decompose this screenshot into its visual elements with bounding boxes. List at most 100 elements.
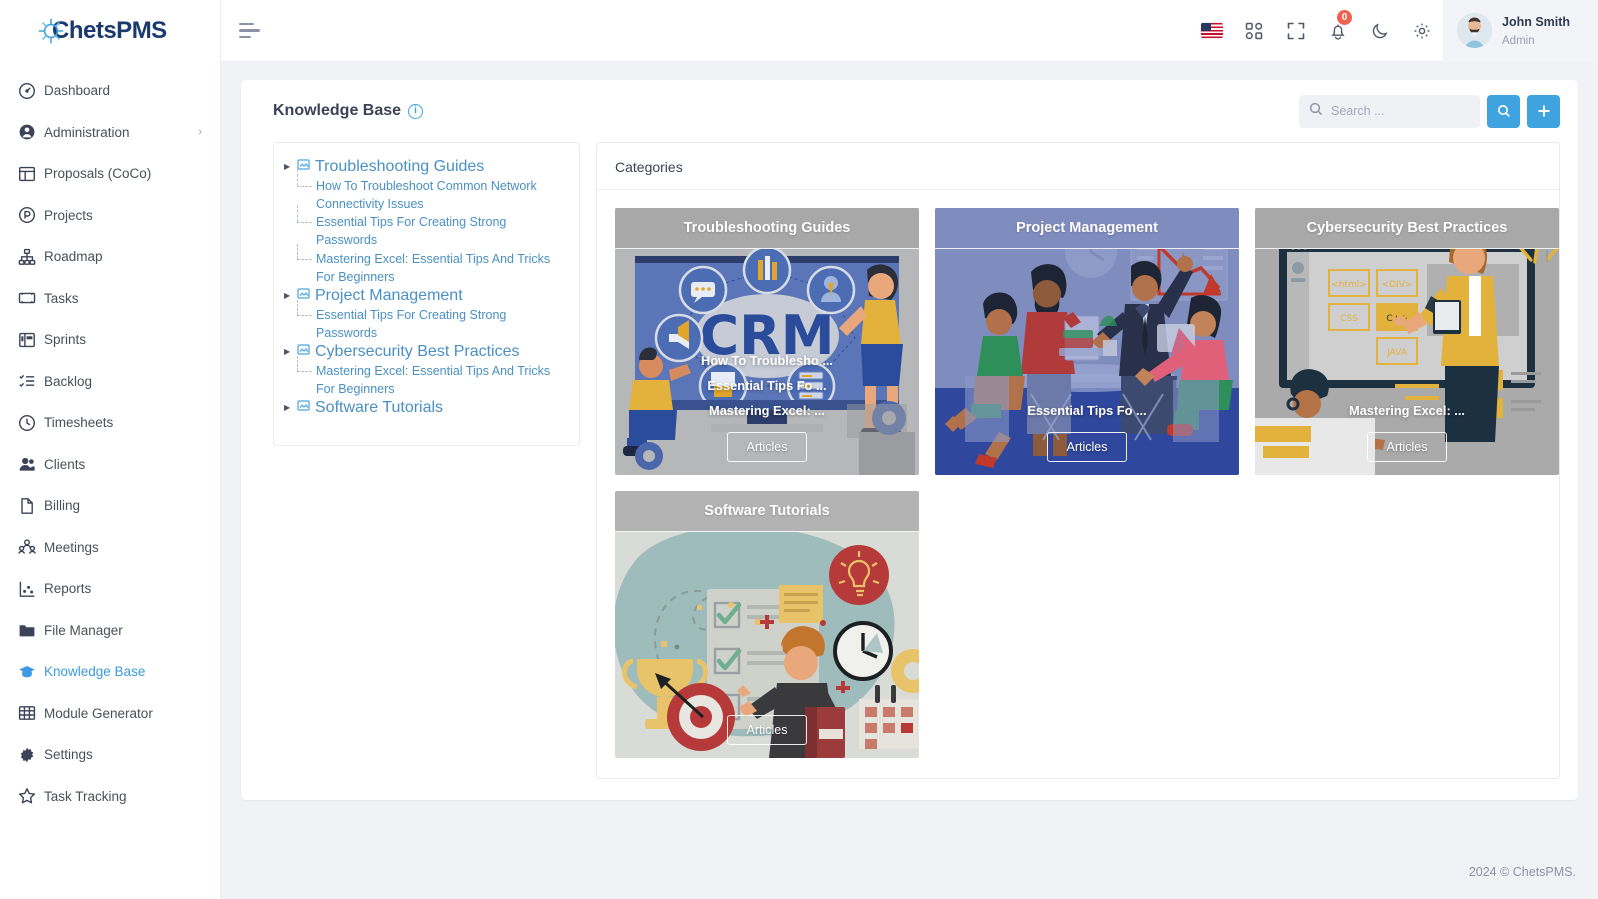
tree-node-folder[interactable]: ▶ Cybersecurity Best Practices [284, 342, 567, 362]
sidebar-item-task-tracking[interactable]: Task Tracking [0, 776, 220, 818]
sidebar-item-label: Meetings [44, 539, 99, 555]
clock-icon [18, 414, 44, 432]
categories-heading: Categories [597, 143, 1559, 190]
category-card-title: Troubleshooting Guides [615, 208, 919, 249]
language-flag-us-icon[interactable] [1191, 0, 1233, 62]
knowledge-base-panel: Knowledge Base i Search ... ▶ Troublesho… [241, 80, 1578, 800]
user-profile-menu[interactable]: John Smith Admin [1443, 0, 1598, 62]
category-card[interactable]: Software Tutorials Articles [615, 491, 919, 758]
sidebar-item-reports[interactable]: Reports [0, 568, 220, 610]
page-header: Knowledge Base i [259, 80, 1560, 142]
content-scroll-area[interactable]: Knowledge Base i Search ... ▶ Troublesho… [221, 62, 1598, 844]
speedometer-icon [18, 82, 44, 100]
sidebar-item-knowledge-base[interactable]: Knowledge Base [0, 651, 220, 693]
sidebar-item-billing[interactable]: Billing [0, 485, 220, 527]
sidebar-item-clients[interactable]: Clients [0, 444, 220, 486]
page-title-text: Knowledge Base [273, 102, 402, 119]
user-circle-icon [18, 123, 44, 141]
chevron-right-icon: › [198, 126, 202, 139]
sidebar-item-file-manager[interactable]: File Manager [0, 610, 220, 652]
topbar: 0 John Smith Admin [221, 0, 1598, 62]
category-card-links: Essential Tips Fo ... Articles [935, 249, 1239, 475]
fullscreen-icon[interactable] [1275, 0, 1317, 62]
category-card-article-link[interactable]: Essential Tips Fo ... [1027, 400, 1146, 421]
tree-node-article[interactable]: Mastering Excel: Essential Tips And Tric… [284, 243, 567, 286]
add-article-button[interactable] [1527, 94, 1560, 128]
brand-logo[interactable]: ChetsPMS [0, 0, 220, 62]
project-circle-icon [18, 206, 44, 224]
category-card-article-link[interactable]: How To Troublesho ... [701, 350, 833, 371]
tree-node-label[interactable]: Cybersecurity Best Practices [315, 343, 520, 361]
sidebar-item-administration[interactable]: Administration › [0, 112, 220, 154]
sidebar-item-label: Projects [44, 207, 93, 223]
tree-article-label[interactable]: How To Troubleshoot Common Network Conne… [316, 177, 567, 213]
search-button[interactable] [1487, 94, 1520, 128]
chevron-right-icon[interactable]: ▶ [284, 158, 292, 176]
settings-gear-icon[interactable] [1401, 0, 1443, 62]
tree-node-label[interactable]: Troubleshooting Guides [315, 158, 484, 176]
dark-mode-moon-icon[interactable] [1359, 0, 1401, 62]
category-card-article-link[interactable]: Mastering Excel: ... [1349, 400, 1465, 421]
main-area: 0 John Smith Admin Knowledge Base i Sear… [221, 0, 1598, 899]
folder-image-icon [297, 287, 310, 304]
tree-node-folder[interactable]: ▶ Project Management [284, 286, 567, 306]
search-icon [1309, 102, 1323, 121]
category-card-article-link[interactable]: Mastering Excel: ... [709, 400, 825, 421]
people-group-icon [18, 538, 44, 556]
sidebar-item-sprints[interactable]: Sprints [0, 319, 220, 361]
sidebar-item-roadmap[interactable]: Roadmap [0, 236, 220, 278]
notification-badge: 0 [1336, 8, 1353, 26]
tree-node-article[interactable]: How To Troubleshoot Common Network Conne… [284, 169, 567, 213]
search-input[interactable] [1331, 104, 1470, 118]
sidebar-item-tasks[interactable]: Tasks [0, 278, 220, 320]
tree-node-article[interactable]: Essential Tips For Creating Strong Passw… [284, 299, 567, 342]
search-box[interactable] [1299, 94, 1480, 128]
category-card[interactable]: CRM Troubleshooting Guides How To Troubl… [615, 208, 919, 475]
folder-image-icon [297, 343, 310, 360]
sidebar-item-meetings[interactable]: Meetings [0, 527, 220, 569]
sidebar-item-proposals-coco[interactable]: Proposals (CoCo) [0, 153, 220, 195]
category-articles-button[interactable]: Articles [726, 715, 808, 745]
sidebar-item-module-generator[interactable]: Module Generator [0, 693, 220, 735]
users-icon [18, 455, 44, 473]
sidebar-item-timesheets[interactable]: Timesheets [0, 402, 220, 444]
tree-node-article[interactable]: Mastering Excel: Essential Tips And Tric… [284, 356, 567, 398]
sidebar-item-dashboard[interactable]: Dashboard [0, 70, 220, 112]
sidebar-item-label: Backlog [44, 373, 93, 389]
notifications-bell-icon[interactable]: 0 [1317, 0, 1359, 62]
tree-article-label[interactable]: Mastering Excel: Essential Tips And Tric… [316, 250, 567, 286]
sidebar-item-label: Tasks [44, 290, 79, 306]
footer: 2024 © ChetsPMS. [221, 844, 1598, 899]
tree-node-article[interactable]: Essential Tips For Creating Strong Passw… [284, 205, 567, 249]
category-card[interactable]: <html><DIV> CSSC++ JAVA [1255, 208, 1559, 475]
sidebar-item-label: Clients [44, 456, 86, 472]
tree-node-folder[interactable]: ▶ Software Tutorials [284, 398, 567, 418]
sidebar-item-backlog[interactable]: Backlog [0, 361, 220, 403]
info-icon[interactable]: i [408, 103, 424, 119]
category-articles-button[interactable]: Articles [1046, 432, 1128, 462]
graduation-cap-icon [18, 663, 44, 681]
tree-article-label[interactable]: Essential Tips For Creating Strong Passw… [316, 213, 567, 249]
apps-grid-icon[interactable] [1233, 0, 1275, 62]
chevron-right-icon[interactable]: ▶ [284, 399, 292, 417]
category-card-article-link[interactable]: Essential Tips Fo ... [707, 375, 826, 396]
chevron-right-icon[interactable]: ▶ [284, 287, 292, 305]
category-articles-button[interactable]: Articles [1366, 432, 1448, 462]
tree-node-label[interactable]: Software Tutorials [315, 399, 443, 417]
tree-node-folder[interactable]: ▶ Troubleshooting Guides [284, 157, 567, 177]
tree-node-label[interactable]: Project Management [315, 287, 463, 305]
sidebar-item-label: Settings [44, 747, 93, 763]
chevron-right-icon[interactable]: ▶ [284, 343, 292, 361]
sidebar-item-settings[interactable]: Settings [0, 734, 220, 776]
sidebar-item-label: Knowledge Base [44, 664, 146, 680]
brand-name: ChetsPMS [52, 17, 167, 44]
tree-guide-line [295, 243, 316, 268]
tree-article-label[interactable]: Mastering Excel: Essential Tips And Tric… [316, 362, 567, 398]
tree-article-label[interactable]: Essential Tips For Creating Strong Passw… [316, 306, 567, 342]
category-articles-button[interactable]: Articles [726, 432, 808, 462]
hamburger-icon[interactable] [239, 22, 269, 39]
sidebar-item-projects[interactable]: Projects [0, 195, 220, 237]
sidebar-item-label: Administration [44, 124, 130, 140]
category-card[interactable]: Project Management Essential Tips Fo ... A… [935, 208, 1239, 475]
topbar-actions: 0 John Smith Admin [1191, 0, 1598, 62]
